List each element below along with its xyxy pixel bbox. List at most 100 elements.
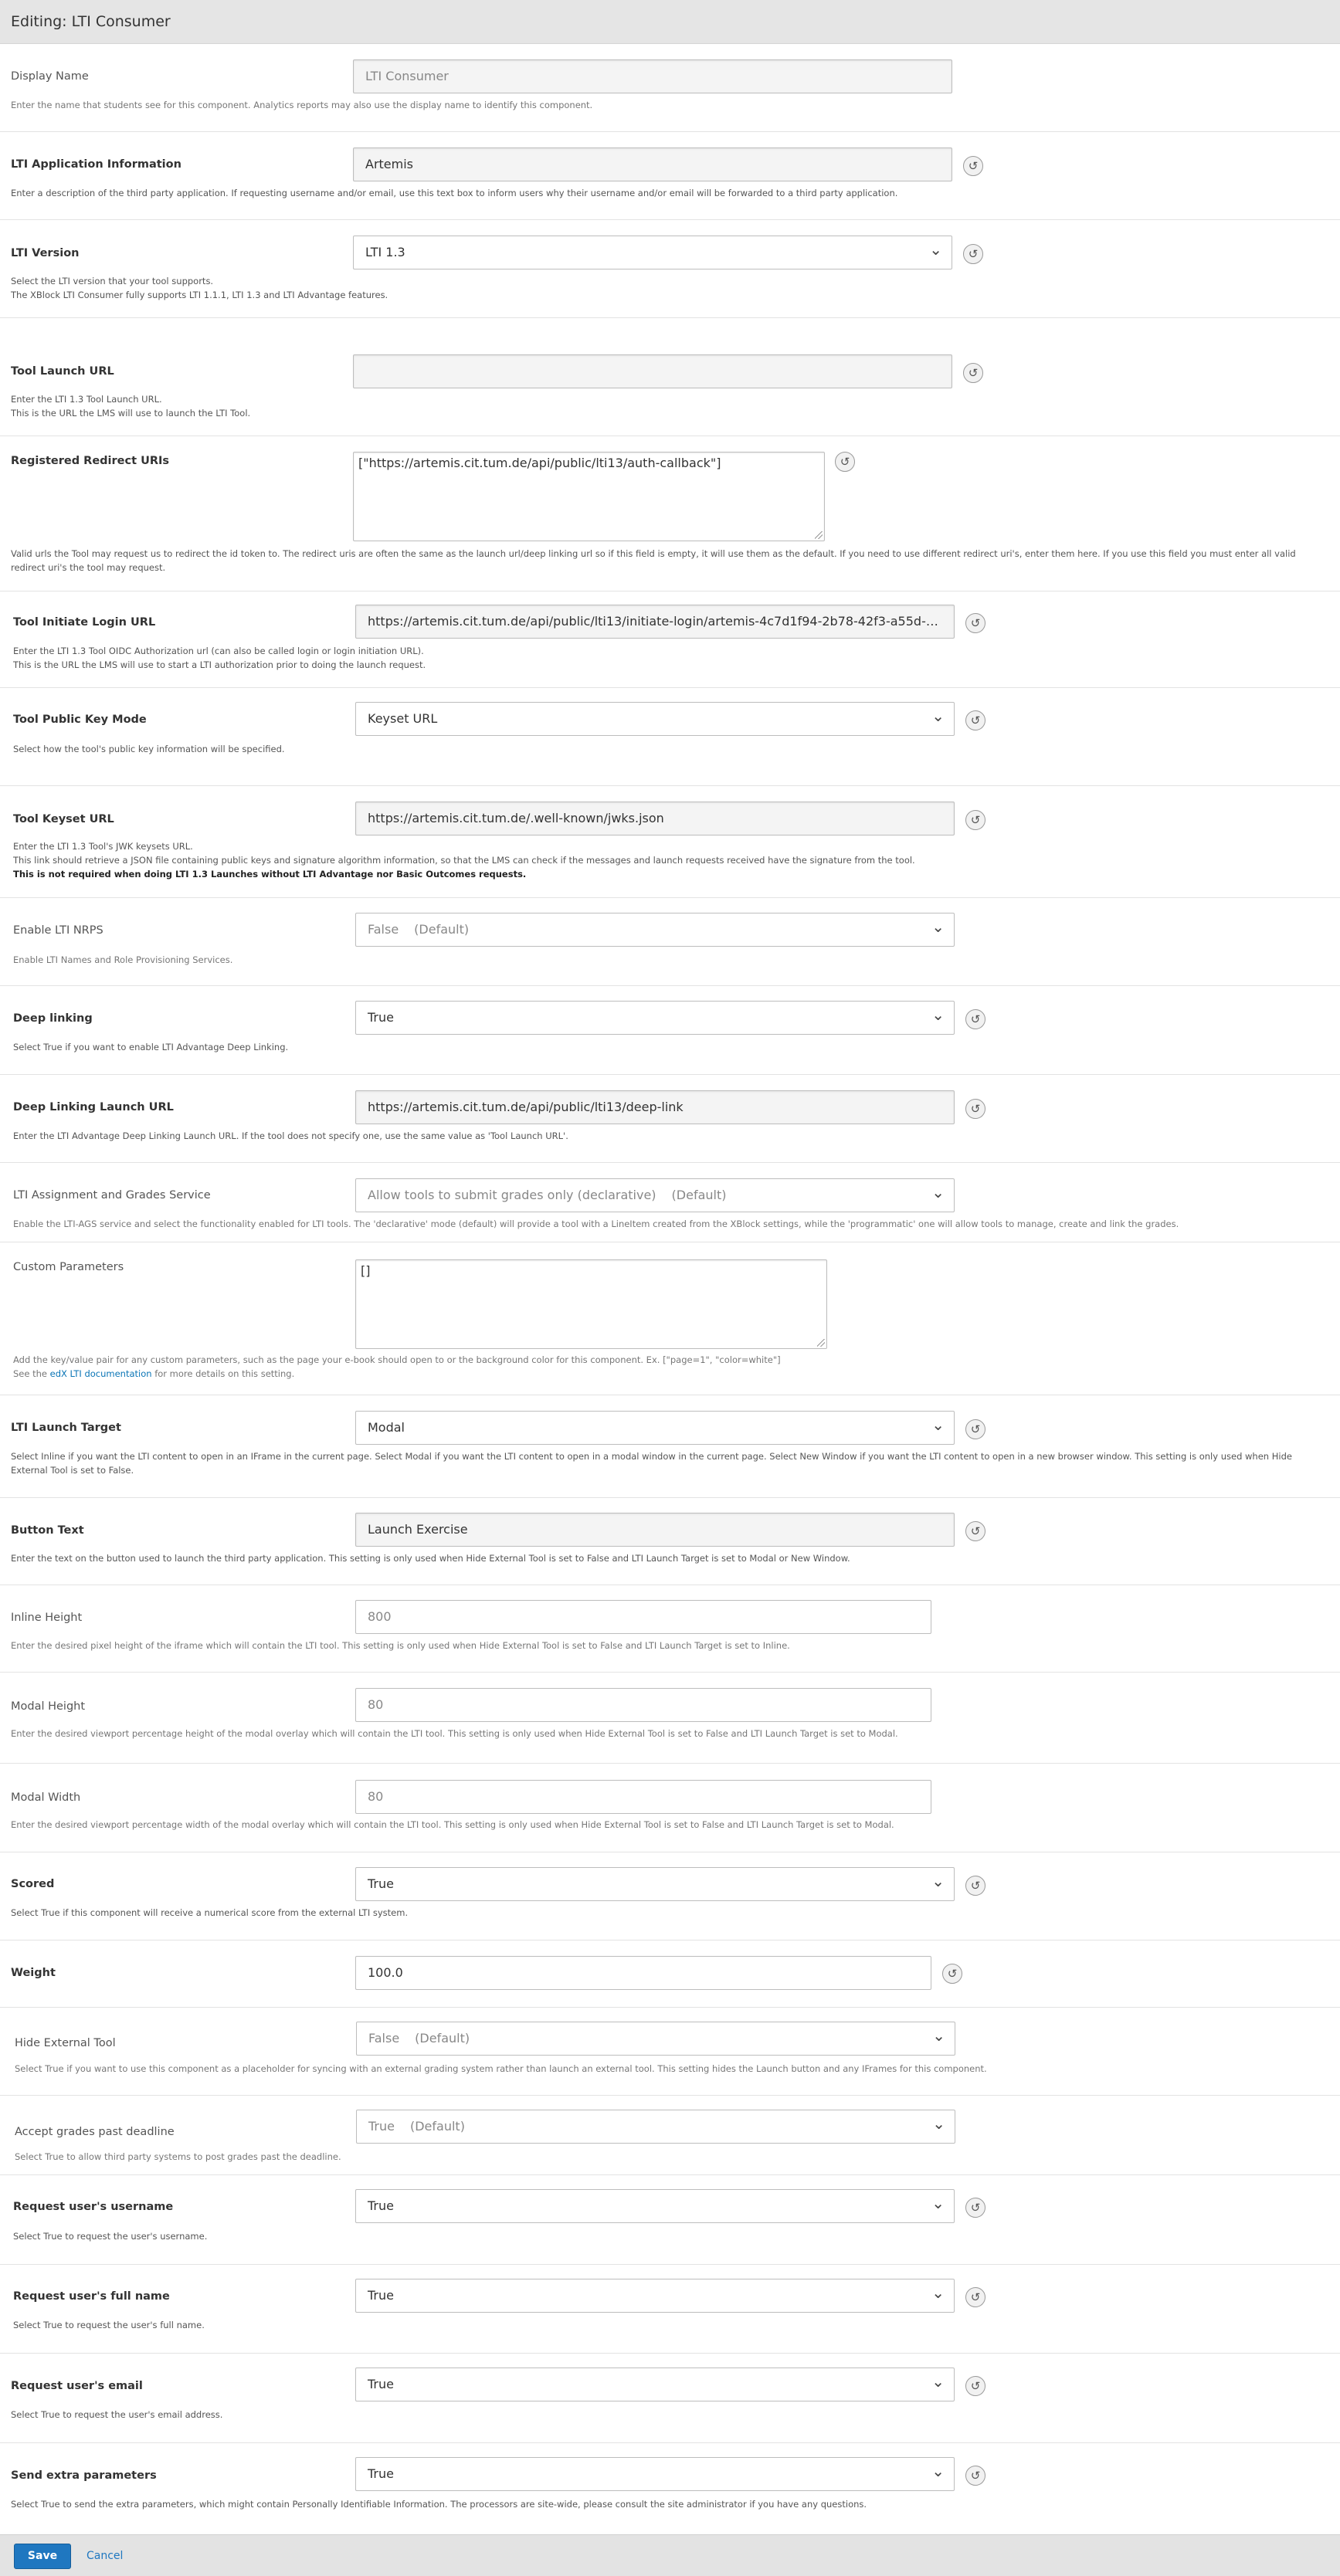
reset-icon[interactable]: ↺ — [965, 1521, 985, 1541]
setting-ags: LTI Assignment and Grades Service Allow … — [0, 1163, 1340, 1242]
modal-footer: Save Cancel — [0, 2534, 1340, 2576]
setting-help: Enter the text on the button used to lau… — [11, 1553, 850, 1564]
setting-label: LTI Assignment and Grades Service — [13, 1189, 211, 1202]
lti-app-info-input[interactable]: Artemis — [353, 147, 952, 181]
reset-icon[interactable]: ↺ — [965, 810, 985, 830]
setting-help: Enter the LTI 1.3 Tool's JWK keysets URL… — [13, 839, 1334, 881]
setting-modal-height: Modal Height 80 Enter the desired viewpo… — [0, 1673, 1340, 1764]
cancel-link[interactable]: Cancel — [87, 2550, 123, 2562]
setting-help: Enter the desired pixel height of the if… — [11, 1640, 790, 1651]
reset-icon[interactable]: ↺ — [965, 613, 985, 633]
nrps-select[interactable]: False (Default) — [355, 913, 955, 947]
extra-params-select[interactable]: True — [355, 2457, 955, 2491]
setting-help: Select True if this component will recei… — [11, 1907, 409, 1918]
setting-label: Request user's full name — [13, 2290, 170, 2303]
request-fullname-select[interactable]: True — [355, 2279, 955, 2313]
reset-icon[interactable]: ↺ — [965, 710, 985, 730]
select-value: LTI 1.3 — [365, 245, 405, 259]
help-line: Enter the LTI 1.3 Tool Launch URL. — [11, 394, 162, 405]
setting-label: Enable LTI NRPS — [13, 924, 103, 937]
setting-lti-version: LTI Version LTI 1.3 ↺ Select the LTI ver… — [0, 220, 1340, 318]
setting-help: Enter the LTI 1.3 Tool OIDC Authorizatio… — [13, 644, 1334, 672]
setting-label: Inline Height — [11, 1612, 83, 1624]
help-line: Add the key/value pair for any custom pa… — [13, 1354, 781, 1365]
modal-titlebar: Editing: LTI Consumer — [0, 0, 1340, 44]
reset-icon[interactable]: ↺ — [965, 2376, 985, 2396]
setting-tool-launch-url: Tool Launch URL ↺ Enter the LTI 1.3 Tool… — [0, 318, 1340, 436]
save-button[interactable]: Save — [14, 2544, 71, 2569]
setting-label: Modal Height — [11, 1700, 86, 1713]
default-suffix: (Default) — [415, 2031, 470, 2046]
setting-label: LTI Version — [11, 247, 80, 259]
reset-icon[interactable]: ↺ — [965, 1876, 985, 1896]
deep-linking-select[interactable]: True — [355, 1001, 955, 1035]
scored-select[interactable]: True — [355, 1867, 955, 1901]
reset-icon[interactable]: ↺ — [835, 452, 855, 472]
help-line: The XBlock LTI Consumer fully supports L… — [11, 290, 388, 300]
weight-input[interactable]: 100.0 — [355, 1956, 931, 1990]
setting-label: Display Name — [11, 70, 89, 83]
setting-help: Enter the LTI Advantage Deep Linking Lau… — [13, 1130, 568, 1141]
reset-icon[interactable]: ↺ — [965, 2287, 985, 2307]
hide-external-select[interactable]: False (Default) — [356, 2022, 955, 2056]
reset-icon[interactable]: ↺ — [963, 244, 983, 264]
setting-initiate-login-url: Tool Initiate Login URL https://artemis.… — [0, 591, 1340, 688]
setting-label: Scored — [11, 1878, 55, 1890]
select-value: Allow tools to submit grades only (decla… — [368, 1188, 656, 1202]
select-value: False — [368, 2031, 400, 2046]
modal-height-input[interactable]: 80 — [355, 1688, 931, 1722]
setting-lti-app-info: LTI Application Information Artemis ↺ En… — [0, 132, 1340, 220]
setting-button-text: Button Text Launch Exercise ↺ Enter the … — [0, 1498, 1340, 1585]
public-key-mode-select[interactable]: Keyset URL — [355, 702, 955, 736]
setting-label: Registered Redirect URIs — [11, 455, 170, 467]
setting-extra-params: Send extra parameters True ↺ Select True… — [0, 2443, 1340, 2534]
setting-help: Enter the desired viewport percentage wi… — [11, 1819, 894, 1830]
page-title: Editing: LTI Consumer — [11, 13, 171, 30]
display-name-input[interactable]: LTI Consumer — [353, 59, 952, 93]
lti-version-select[interactable]: LTI 1.3 — [353, 236, 952, 269]
help-line: This is the URL the LMS will use to star… — [13, 659, 426, 670]
setting-label: Request user's username — [13, 2201, 174, 2213]
launch-target-select[interactable]: Modal — [355, 1411, 955, 1445]
help-line: Enter the LTI 1.3 Tool's JWK keysets URL… — [13, 841, 193, 852]
setting-label: Send extra parameters — [11, 2469, 157, 2482]
keyset-url-input[interactable]: https://artemis.cit.tum.de/.well-known/j… — [355, 802, 955, 836]
help-line: Enter the LTI 1.3 Tool OIDC Authorizatio… — [13, 646, 424, 656]
ags-select[interactable]: Allow tools to submit grades only (decla… — [355, 1178, 955, 1212]
button-text-input[interactable]: Launch Exercise — [355, 1513, 955, 1547]
setting-scored: Scored True ↺ Select True if this compon… — [0, 1852, 1340, 1940]
deep-linking-url-input[interactable]: https://artemis.cit.tum.de/api/public/lt… — [355, 1090, 955, 1124]
reset-icon[interactable]: ↺ — [942, 1964, 962, 1984]
reset-icon[interactable]: ↺ — [963, 156, 983, 176]
tool-launch-url-input[interactable] — [353, 354, 952, 388]
setting-custom-params: Custom Parameters [] Add the key/value p… — [0, 1242, 1340, 1395]
default-suffix: (Default) — [671, 1188, 727, 1202]
request-username-select[interactable]: True — [355, 2189, 955, 2223]
setting-launch-target: LTI Launch Target Modal ↺ Select Inline … — [0, 1395, 1340, 1498]
reset-icon[interactable]: ↺ — [965, 2198, 985, 2218]
setting-help: Select True if you want to enable LTI Ad… — [13, 1042, 289, 1052]
inline-height-input[interactable]: 800 — [355, 1600, 931, 1634]
setting-redirect-uris: Registered Redirect URIs ["https://artem… — [0, 436, 1340, 591]
initiate-login-url-input[interactable]: https://artemis.cit.tum.de/api/public/lt… — [355, 605, 955, 639]
select-value: True — [368, 2377, 394, 2391]
reset-icon[interactable]: ↺ — [963, 363, 983, 383]
accept-past-deadline-select[interactable]: True (Default) — [356, 2110, 955, 2144]
edx-docs-link[interactable]: edX LTI documentation — [50, 1368, 152, 1379]
modal-width-input[interactable]: 80 — [355, 1780, 931, 1814]
redirect-uris-textarea[interactable]: ["https://artemis.cit.tum.de/api/public/… — [353, 452, 825, 541]
setting-label: Custom Parameters — [13, 1261, 124, 1273]
setting-modal-width: Modal Width 80 Enter the desired viewpor… — [0, 1764, 1340, 1852]
setting-help: Select Inline if you want the LTI conten… — [11, 1451, 1292, 1476]
custom-params-textarea[interactable]: [] — [355, 1259, 827, 1349]
reset-icon[interactable]: ↺ — [965, 1099, 985, 1119]
help-line-bold: This is not required when doing LTI 1.3 … — [13, 869, 527, 880]
request-email-select[interactable]: True — [355, 2368, 955, 2401]
setting-nrps: Enable LTI NRPS False (Default) Enable LT… — [0, 898, 1340, 986]
setting-display-name: Display Name LTI Consumer Enter the name… — [0, 44, 1340, 132]
setting-label: Button Text — [11, 1524, 84, 1537]
reset-icon[interactable]: ↺ — [965, 2466, 985, 2486]
reset-icon[interactable]: ↺ — [965, 1009, 985, 1029]
reset-icon[interactable]: ↺ — [965, 1419, 985, 1439]
setting-request-email: Request user's email True ↺ Select True … — [0, 2354, 1340, 2443]
